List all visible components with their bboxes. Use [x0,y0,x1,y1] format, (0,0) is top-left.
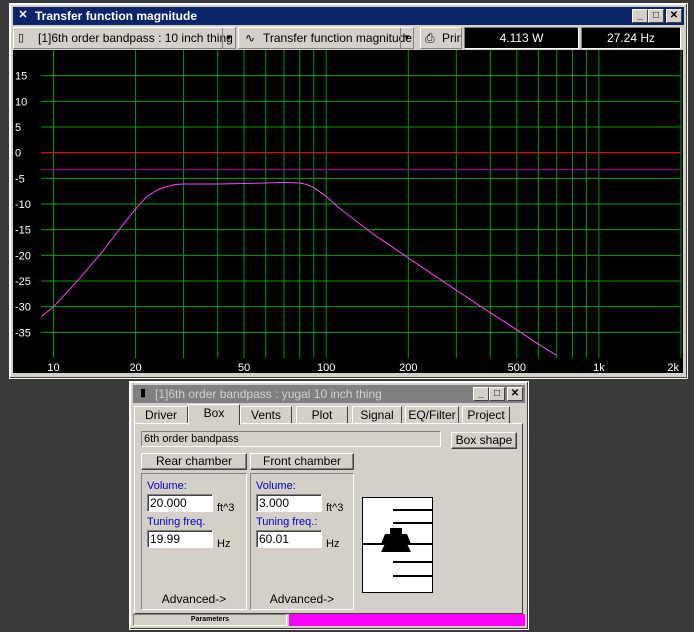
x-tick-label: 50 [238,362,250,373]
rear-tuning-input[interactable]: 19.99 [147,530,213,548]
rear-chamber-group: Volume: 20.000 ft^3 Tuning freq. 19.99 H… [141,473,247,610]
x-tick-label: 20 [129,362,141,373]
front-volume-unit: ft^3 [326,502,344,514]
front-tuning-label: Tuning freq.: [256,516,318,528]
params-window-title: [1]6th order bandpass : yugal 10 inch th… [155,387,382,401]
document-icon[interactable]: ▮ [137,387,149,400]
rear-advanced-link[interactable]: Advanced-> [142,592,246,606]
status-progress [289,614,525,626]
box-panel: 6th order bandpass Box shape Rear chambe… [134,423,523,614]
y-tick-label: -25 [15,276,31,288]
power-readout: 4.113 W [464,27,579,49]
minimize-button[interactable]: _ [632,9,648,23]
plot-icon[interactable]: ✕ [17,9,29,22]
y-tick-label: 5 [15,122,21,134]
rear-tuning-unit: Hz [217,538,231,550]
front-advanced-link[interactable]: Advanced-> [251,592,353,606]
bandpass-box-diagram [362,497,433,593]
plot-type-value: Transfer function magnitude [263,31,412,45]
minimize-button[interactable]: _ [473,387,489,401]
series-line [40,181,557,356]
printer-icon: ⎙ [425,31,435,45]
front-tuning-unit: Hz [326,538,340,550]
plot-area[interactable]: 15 10 5 0 -5 -10 -15 -20 -25 -30 -35 10 20 50 100 200 50… [13,50,683,373]
rear-volume-input[interactable]: 20.000 [147,494,213,512]
rear-tuning-label: Tuning freq. [147,516,206,528]
x-tick-label: 200 [399,362,417,373]
frequency-readout: 27.24 Hz [581,27,681,49]
parameters-window: ▮ [1]6th order bandpass : yugal 10 inch … [129,381,529,630]
y-tick-label: 10 [15,96,27,108]
status-bar: Parameters [133,614,525,626]
params-tabs: Driver Box Vents Plot Signal EQ/Filter P… [134,404,524,425]
y-tick-label: -20 [15,250,31,262]
transfer-function-window: ✕ Transfer function magnitude _ □ ✕ ▯ [1]6… [9,3,688,379]
tab-plot[interactable]: Plot [296,406,348,424]
box-shape-button[interactable]: Box shape [451,432,517,449]
rear-volume-label: Volume: [147,480,187,492]
print-button[interactable]: ⎙ Print [420,27,462,49]
y-tick-label: 0 [15,148,21,160]
wave-icon: ∿ [245,31,256,45]
tab-eq-filter[interactable]: EQ/Filter [405,406,459,424]
y-tick-label: -35 [15,327,31,339]
front-tuning-input[interactable]: 60.01 [256,530,322,548]
rear-volume-unit: ft^3 [217,502,235,514]
chevron-down-icon[interactable]: ▼ [222,28,235,48]
status-label: Parameters [133,614,287,626]
y-tick-label: -10 [15,199,31,211]
tab-box[interactable]: Box [188,404,240,425]
close-button[interactable]: ✕ [666,9,682,23]
chart-window-title: Transfer function magnitude [35,9,198,23]
print-label: Print [442,31,461,45]
front-volume-label: Volume: [256,480,296,492]
maximize-button[interactable]: □ [648,9,664,23]
plot-type-select[interactable]: ∿ Transfer function magnitude ▼ [238,27,414,49]
design-select[interactable]: ▯ [1]6th order bandpass : 10 inch thing … [13,27,236,49]
tab-driver[interactable]: Driver [134,406,188,424]
x-tick-label: 10 [47,362,59,373]
maximize-button[interactable]: □ [489,387,505,401]
y-tick-label: -30 [15,302,31,314]
front-volume-input[interactable]: 3.000 [256,494,322,512]
y-tick-label: -15 [15,225,31,237]
design-select-value: [1]6th order bandpass : 10 inch thing [38,31,233,45]
front-chamber-group: Volume: 3.000 ft^3 Tuning freq.: 60.01 H… [250,473,354,610]
box-type-field: 6th order bandpass [141,431,441,447]
bandpass-box-drawing [363,509,432,577]
chart-titlebar[interactable]: ✕ Transfer function magnitude _ □ ✕ [13,7,684,25]
params-titlebar[interactable]: ▮ [1]6th order bandpass : yugal 10 inch … [133,385,525,403]
y-tick-label: 15 [15,71,27,83]
x-tick-label: 1k [593,362,605,373]
transfer-function-plot: 151050-5-10-15-20-25-30-3510 20 50 100 200 50… [15,50,682,373]
x-tick-label: 500 [508,362,526,373]
chevron-down-icon[interactable]: ▼ [400,28,413,48]
front-chamber-button[interactable]: Front chamber [250,453,354,470]
tab-signal[interactable]: Signal [352,406,402,424]
tab-vents[interactable]: Vents [240,406,292,424]
tab-project[interactable]: Project [462,406,510,424]
document-icon: ▯ [18,32,25,44]
x-tick-label: 100 [317,362,335,373]
chart-toolbar: ▯ [1]6th order bandpass : 10 inch thing … [13,26,684,50]
y-tick-label: -5 [15,173,25,185]
x-tick-label: 2k [667,362,679,373]
close-button[interactable]: ✕ [507,387,523,401]
rear-chamber-button[interactable]: Rear chamber [141,453,247,470]
